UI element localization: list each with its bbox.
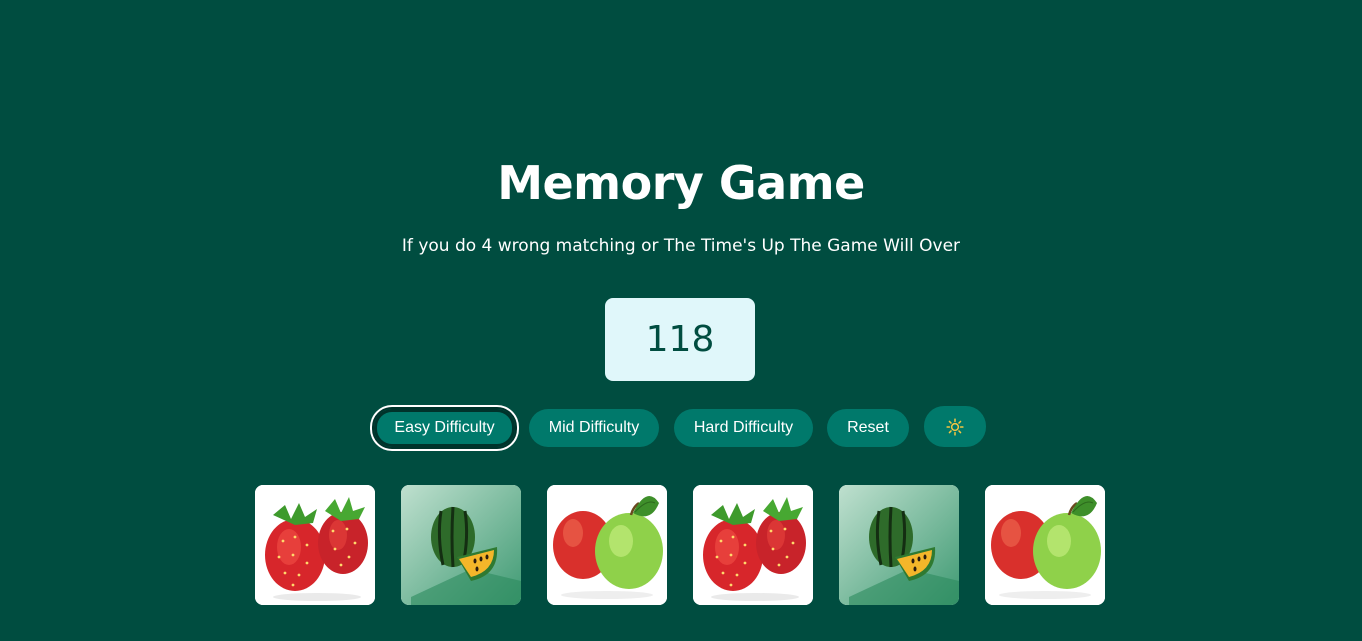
strawberry-image (255, 485, 375, 605)
watermelon-image (401, 485, 521, 605)
card-grid (0, 485, 1362, 605)
card-watermelon[interactable] (401, 485, 521, 605)
game-rules: If you do 4 wrong matching or The Time's… (401, 236, 961, 256)
sun-icon (946, 417, 964, 436)
game-page: Memory Game If you do 4 wrong matching o… (0, 0, 1362, 641)
timer-display: 118 (605, 298, 755, 381)
strawberry-image (693, 485, 813, 605)
reset-button[interactable]: Reset (827, 409, 909, 447)
hard-difficulty-button[interactable]: Hard Difficulty (674, 409, 813, 447)
difficulty-controls: Easy Difficulty Mid Difficulty Hard Diff… (0, 406, 1362, 449)
watermelon-image (839, 485, 959, 605)
game-title: Memory Game (497, 156, 865, 210)
card-apple[interactable] (985, 485, 1105, 605)
theme-toggle-button[interactable] (924, 406, 986, 447)
apple-image (985, 485, 1105, 605)
mid-difficulty-button[interactable]: Mid Difficulty (529, 409, 659, 447)
card-strawberry[interactable] (255, 485, 375, 605)
easy-difficulty-button[interactable]: Easy Difficulty (372, 407, 517, 449)
card-watermelon[interactable] (839, 485, 959, 605)
card-strawberry[interactable] (693, 485, 813, 605)
card-apple[interactable] (547, 485, 667, 605)
apple-image (547, 485, 667, 605)
